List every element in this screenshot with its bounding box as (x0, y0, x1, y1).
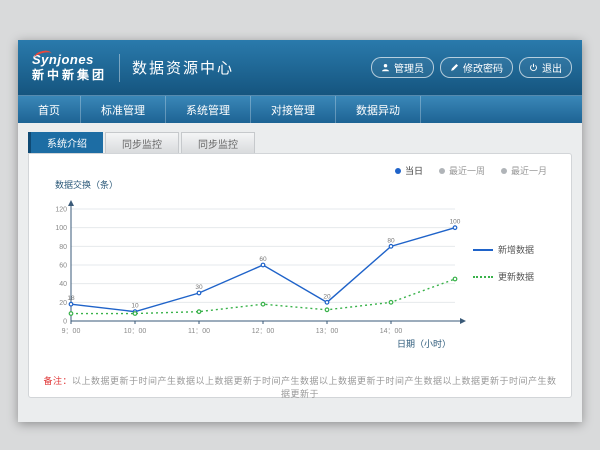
logout-button[interactable]: 退出 (519, 57, 572, 78)
svg-text:40: 40 (59, 281, 67, 288)
header-actions: 管理员 修改密码 退出 (371, 57, 572, 78)
period-dot (439, 168, 445, 174)
solid-line-icon (473, 249, 493, 251)
svg-text:30: 30 (195, 284, 203, 291)
svg-text:13：00: 13：00 (316, 328, 339, 335)
period-legend: 当日 最近一周 最近一月 (395, 164, 547, 177)
page-title: 数据资源中心 (132, 57, 234, 78)
content-area: 系统介绍 同步监控 同步监控 当日 最近一周 最近一月 数据交换（条） (18, 123, 582, 398)
svg-text:60: 60 (59, 263, 67, 270)
svg-text:0: 0 (63, 319, 67, 326)
legend-item-new-data[interactable]: 新增数据 (473, 243, 534, 256)
pencil-icon (450, 63, 459, 72)
dotted-line-icon (473, 276, 493, 278)
svg-text:12：00: 12：00 (252, 328, 275, 335)
logo-text-cn: 新中新集团 (32, 69, 107, 82)
line-chart: 0 20 40 60 80 100 120 9：00 10：00 11：00 12：00 13：00 1… (41, 193, 471, 343)
svg-text:120: 120 (55, 207, 67, 214)
main-nav: 首页 标准管理 系统管理 对接管理 数据异动 (18, 95, 582, 123)
svg-text:18: 18 (67, 295, 75, 302)
user-icon (381, 63, 390, 72)
svg-text:20: 20 (59, 300, 67, 307)
change-password-button[interactable]: 修改密码 (440, 57, 513, 78)
tab-sync-monitor-2[interactable]: 同步监控 (181, 132, 255, 153)
svg-text:80: 80 (59, 244, 67, 251)
power-icon (529, 63, 538, 72)
period-dot (501, 168, 507, 174)
period-option-last-month[interactable]: 最近一月 (501, 164, 547, 177)
svg-text:14：00: 14：00 (380, 328, 403, 335)
chart-panel: 当日 最近一周 最近一月 数据交换（条） 0 20 40 60 80 100 120 9：00… (28, 153, 572, 398)
series-legend: 新增数据 更新数据 (473, 243, 534, 283)
header-divider (119, 54, 120, 82)
nav-item-system-mgmt[interactable]: 系统管理 (166, 96, 251, 123)
y-axis-title: 数据交换（条） (55, 178, 559, 191)
period-option-today[interactable]: 当日 (395, 164, 423, 177)
company-logo: Synjones 新中新集团 (28, 53, 107, 81)
svg-text:10: 10 (131, 303, 139, 310)
nav-item-home[interactable]: 首页 (18, 96, 81, 123)
nav-item-standard-mgmt[interactable]: 标准管理 (81, 96, 166, 123)
svg-text:20: 20 (323, 293, 331, 300)
footnote-prefix: 备注： (43, 376, 72, 386)
tab-sync-monitor-1[interactable]: 同步监控 (105, 132, 179, 153)
footnote: 备注：以上数据更新于时间产生数据以上数据更新于时间产生数据以上数据更新于时间产生… (41, 374, 559, 400)
tab-system-intro[interactable]: 系统介绍 (28, 132, 103, 153)
legend-item-updated-data[interactable]: 更新数据 (473, 270, 534, 283)
svg-text:80: 80 (387, 237, 395, 244)
period-option-last-week[interactable]: 最近一周 (439, 164, 485, 177)
svg-text:100: 100 (55, 225, 67, 232)
period-dot (395, 168, 401, 174)
chart-row: 0 20 40 60 80 100 120 9：00 10：00 11：00 12：00 13：00 1… (41, 193, 559, 343)
svg-text:60: 60 (259, 256, 267, 263)
app-header: Synjones 新中新集团 数据资源中心 管理员 修改密码 (18, 40, 582, 95)
svg-text:11：00: 11：00 (188, 328, 210, 335)
footnote-text: 以上数据更新于时间产生数据以上数据更新于时间产生数据以上数据更新于时间产生数据以… (72, 376, 557, 399)
nav-item-data-changes[interactable]: 数据异动 (336, 96, 421, 123)
svg-text:10：00: 10：00 (124, 328, 147, 335)
admin-user-button[interactable]: 管理员 (371, 57, 434, 78)
svg-text:100: 100 (450, 219, 461, 226)
nav-item-integration-mgmt[interactable]: 对接管理 (251, 96, 336, 123)
svg-text:9：00: 9：00 (62, 328, 81, 335)
app-window: Synjones 新中新集团 数据资源中心 管理员 修改密码 (18, 40, 582, 422)
tabstrip: 系统介绍 同步监控 同步监控 (28, 132, 572, 153)
